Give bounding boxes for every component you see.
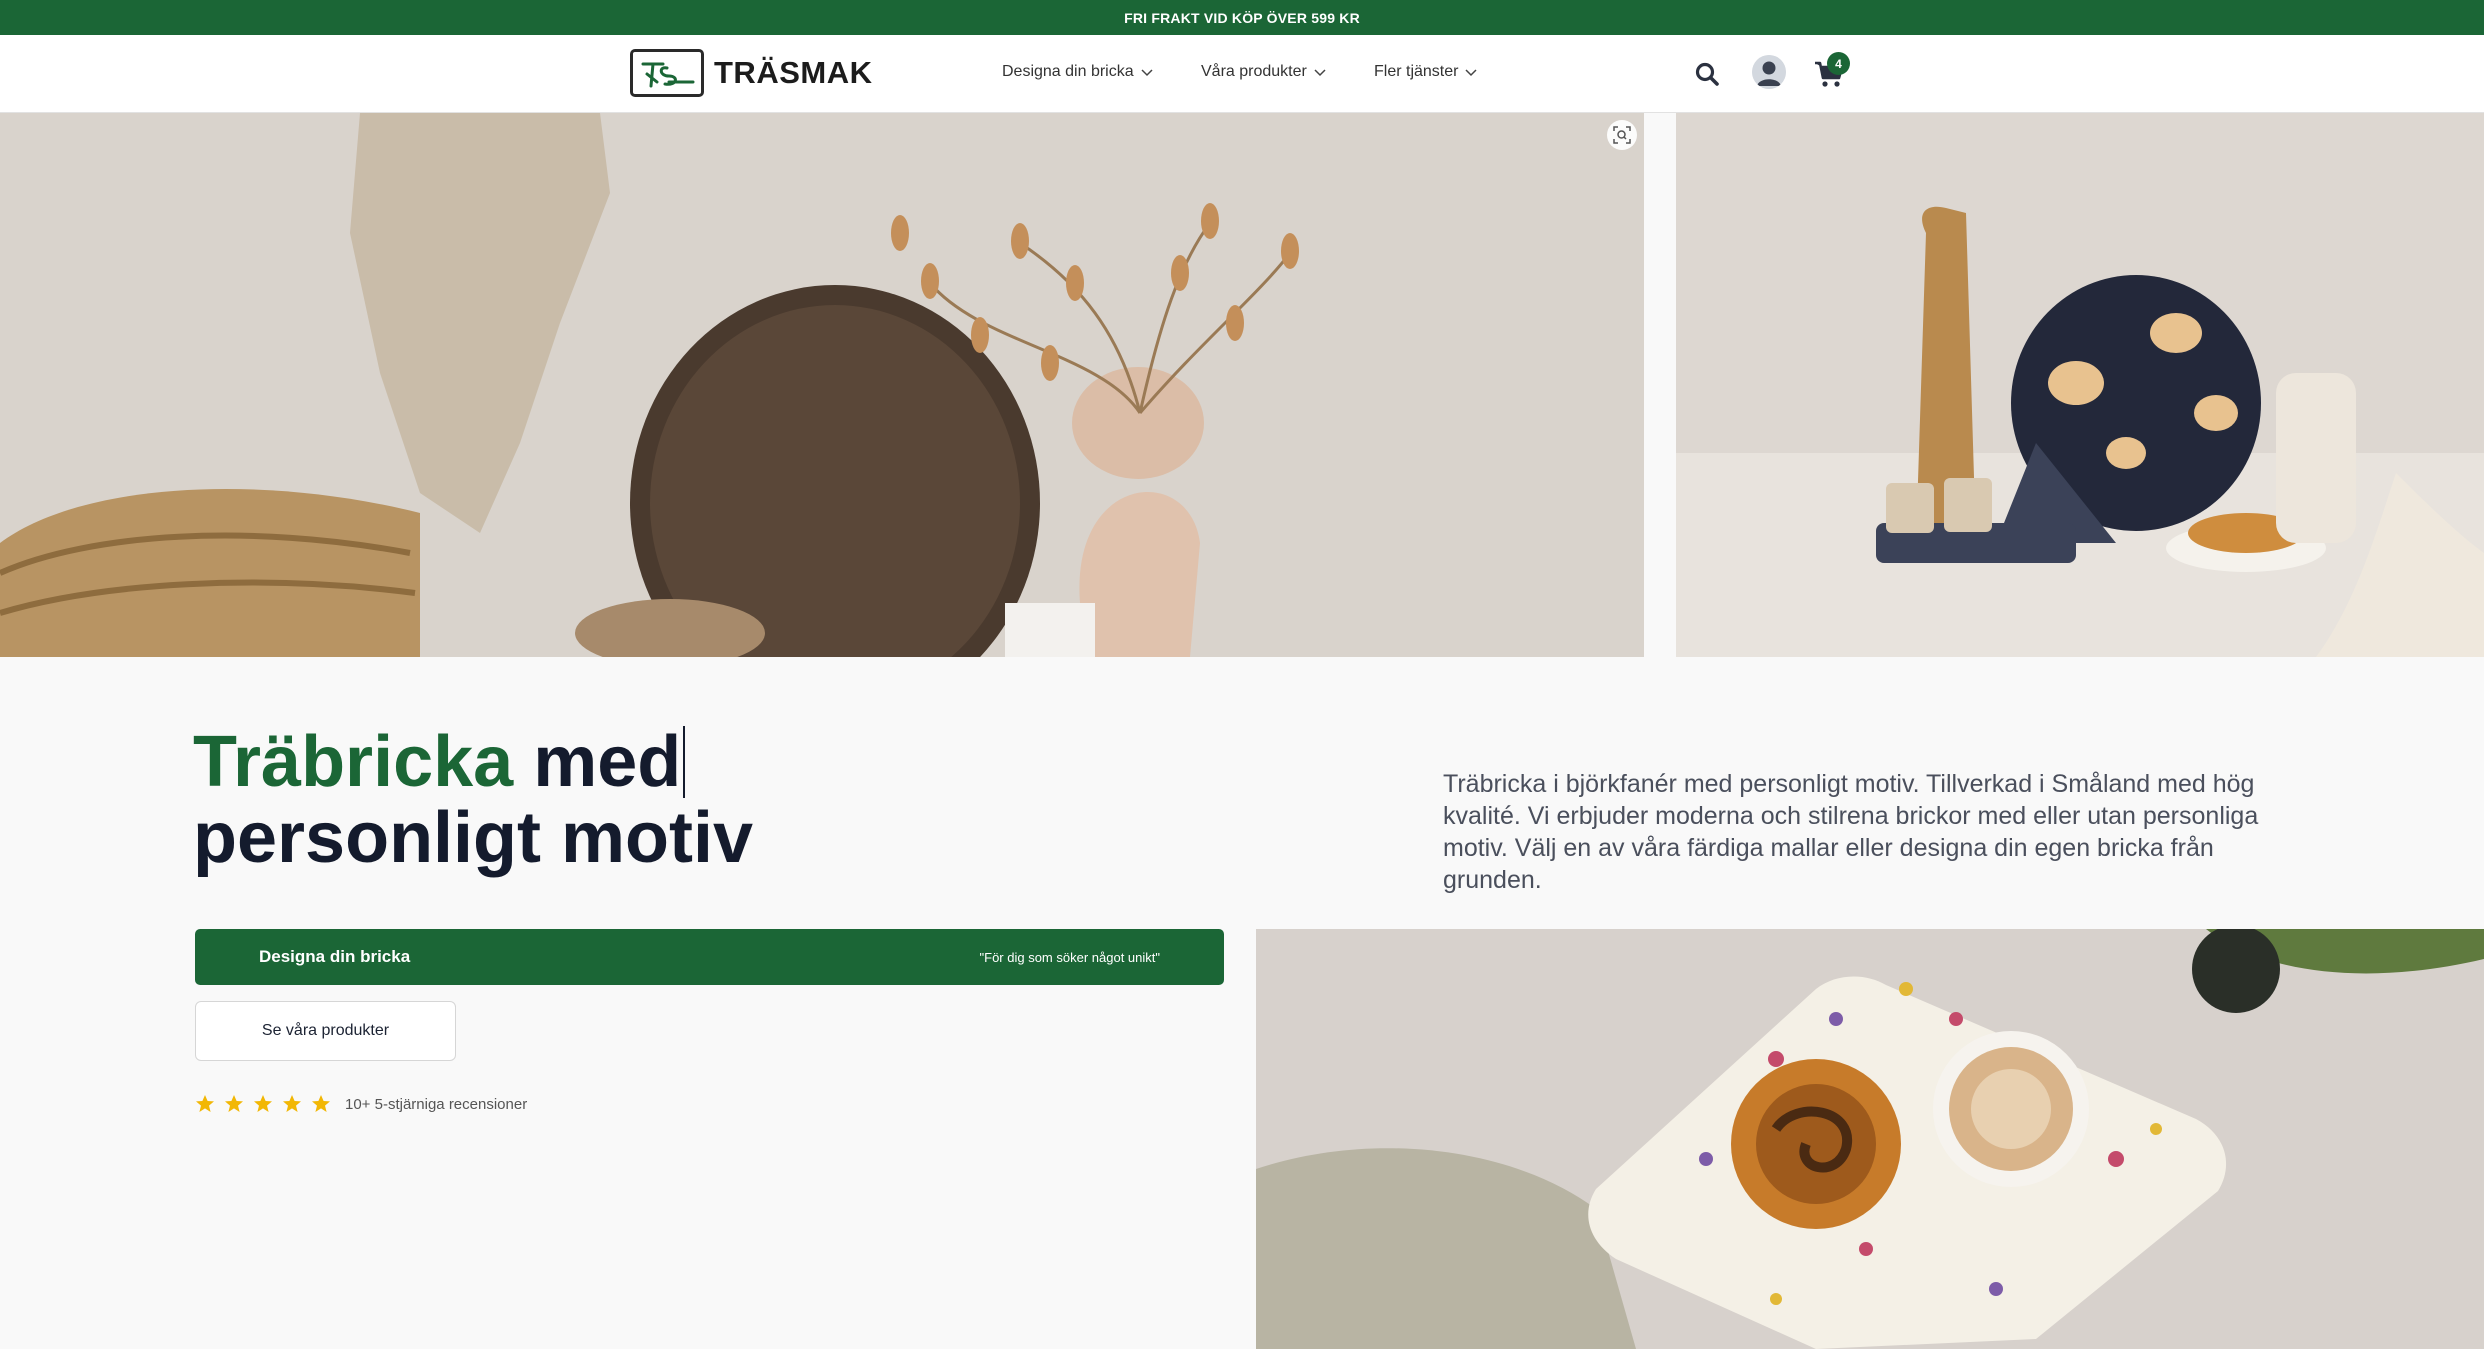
site-header: TRÄSMAK Designa din bricka Våra produkte… bbox=[0, 35, 2484, 113]
nav-fler-tjanster[interactable]: Fler tjänster bbox=[1374, 63, 1478, 81]
nav-label: Designa din bricka bbox=[1002, 63, 1134, 80]
hero-title-rest: med bbox=[513, 722, 682, 802]
star-icon bbox=[312, 1095, 330, 1112]
hero-title: Träbricka med personligt motiv bbox=[193, 724, 1093, 876]
user-avatar-icon bbox=[1752, 55, 1786, 89]
star-icon bbox=[225, 1095, 243, 1112]
hero-description: Träbricka i björkfanér med personligt mo… bbox=[1443, 770, 2259, 894]
account-button[interactable] bbox=[1752, 55, 1786, 89]
logo-mark bbox=[630, 49, 704, 97]
rating: 10+ 5-stjärniga recensioner bbox=[195, 1094, 527, 1114]
promo-text: FRI FRAKT VID KÖP ÖVER 599 KR bbox=[1124, 9, 1360, 26]
see-products-button[interactable]: Se våra produkter bbox=[195, 1001, 456, 1061]
chevron-down-icon bbox=[1141, 69, 1153, 77]
chevron-down-icon bbox=[1314, 69, 1326, 77]
nav-designa-din-bricka[interactable]: Designa din bricka bbox=[1002, 63, 1154, 81]
search-icon bbox=[1695, 62, 1719, 86]
nav-vara-produkter[interactable]: Våra produkter bbox=[1201, 63, 1327, 81]
star-rating bbox=[195, 1094, 331, 1114]
hero-image-wooden-tray bbox=[0, 113, 1644, 657]
hero-title-line2: personligt motiv bbox=[193, 798, 754, 878]
text-cursor bbox=[683, 726, 686, 798]
logo[interactable]: TRÄSMAK bbox=[630, 49, 873, 97]
star-icon bbox=[196, 1095, 214, 1112]
promo-bar: FRI FRAKT VID KÖP ÖVER 599 KR bbox=[0, 0, 2484, 35]
design-your-tray-button[interactable]: Designa din bricka "För dig som söker nå… bbox=[195, 929, 1224, 985]
see-products-label: Se våra produkter bbox=[261, 1022, 390, 1039]
rating-text: 10+ 5-stjärniga recensioner bbox=[345, 1095, 528, 1113]
star-icon bbox=[283, 1095, 301, 1112]
design-your-tray-subtext: "För dig som söker något unikt" bbox=[979, 949, 1160, 965]
zoom-icon bbox=[1613, 126, 1631, 144]
chevron-down-icon bbox=[1465, 69, 1477, 77]
star-icon bbox=[254, 1095, 272, 1112]
nav-label: Våra produkter bbox=[1201, 63, 1307, 80]
floral-tray-image bbox=[1256, 929, 2484, 1349]
nav-label: Fler tjänster bbox=[1374, 63, 1459, 80]
hero-image-pine-tray bbox=[1676, 113, 2484, 657]
hero-title-highlight: Träbricka bbox=[193, 722, 514, 802]
search-button[interactable] bbox=[1693, 60, 1721, 88]
cart-count-badge: 4 bbox=[1827, 52, 1850, 75]
zoom-button[interactable] bbox=[1607, 120, 1637, 150]
logo-text: TRÄSMAK bbox=[714, 55, 873, 90]
design-your-tray-label: Designa din bricka bbox=[259, 947, 411, 966]
